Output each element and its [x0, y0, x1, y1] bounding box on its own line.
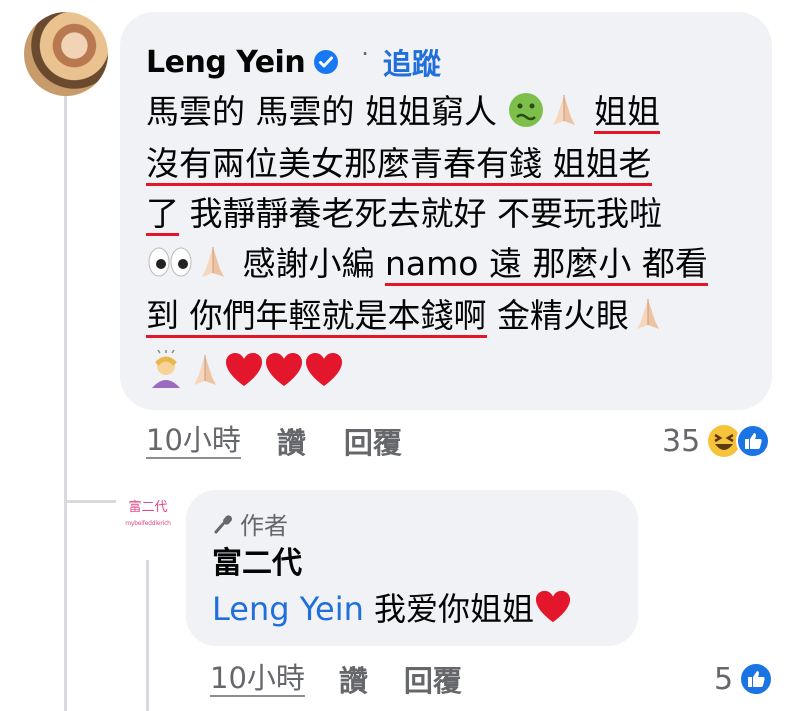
folded-hands-icon — [202, 246, 224, 277]
comment-text-underlined: 沒有兩位美女那麼青春有錢 姐姐老 — [146, 144, 652, 186]
avatar[interactable] — [24, 12, 108, 96]
reaction-summary[interactable]: 35 — [662, 418, 771, 464]
author-name[interactable]: Leng Yein — [146, 45, 306, 80]
like-reaction-icon — [739, 662, 774, 696]
reaction-count: 5 — [714, 661, 734, 697]
reply-button[interactable]: 回覆 — [404, 658, 462, 700]
comment-line-1: 馬雲的 馬雲的 姐姐窮人 姐姐 — [146, 84, 660, 140]
reaction-count: 35 — [662, 423, 701, 459]
comment-text: 我靜靜養老死去就好 不要玩我啦 — [179, 194, 662, 233]
author-badge-label: 作者 — [240, 512, 288, 540]
comment-actions: 10小時 讚 回覆 — [146, 418, 402, 464]
eyes-icon — [148, 247, 192, 276]
comment-line-6 — [146, 344, 344, 400]
folded-hands-icon — [637, 298, 659, 329]
comment-text: 馬雲的 馬雲的 姐姐窮人 — [146, 92, 508, 131]
person-bowing-icon — [152, 349, 180, 388]
reply-button[interactable]: 回覆 — [344, 420, 402, 462]
comment-line-3: 了 我靜靜養老死去就好 不要玩我啦 — [146, 186, 662, 242]
reply-actions: 10小時 讚 回覆 — [210, 656, 462, 702]
folded-hands-icon — [553, 94, 576, 125]
like-button[interactable]: 讚 — [339, 658, 368, 700]
reply-avatar-logo-sub: mybeifeddlerich — [125, 520, 171, 527]
reaction-summary[interactable]: 5 — [714, 656, 774, 702]
reply-avatar[interactable]: 富二代 mybeifeddlerich — [120, 500, 176, 534]
comment-line-2: 沒有兩位美女那麼青春有錢 姐姐老 — [146, 136, 652, 192]
red-heart-icon — [266, 352, 302, 386]
like-reaction-icon — [736, 424, 771, 458]
nauseated-face-icon — [509, 92, 544, 127]
comment-text-underlined: namo 遠 那麼小 都看 — [384, 244, 708, 286]
comment-line-4: 感謝小編 namo 遠 那麼小 都看 — [146, 236, 708, 292]
microphone-icon — [214, 514, 232, 533]
reply-body: 我爱你姐姐 — [363, 590, 535, 628]
mention-link[interactable]: Leng Yein — [212, 590, 364, 628]
red-heart-icon — [226, 352, 262, 386]
author-badge: 作者 — [212, 506, 288, 541]
comment-header: Leng Yein · 追蹤 — [146, 40, 441, 84]
comment-text-underlined: 了 — [146, 194, 179, 236]
thread-line-reply — [146, 560, 149, 711]
reply-author-name[interactable]: 富二代 — [212, 538, 302, 582]
comment-text: 感謝小編 — [232, 244, 385, 283]
follow-button[interactable]: 追蹤 — [383, 41, 441, 83]
comment-text-underlined: 到 你們年輕就是本錢啊 — [146, 296, 487, 338]
red-heart-icon — [536, 590, 571, 623]
folded-hands-icon — [194, 354, 216, 385]
comment-text-underlined: 姐姐 — [593, 92, 660, 134]
thread-line-main — [64, 96, 67, 711]
like-button[interactable]: 讚 — [277, 420, 306, 462]
comment-text: 金精火眼 — [486, 296, 629, 335]
reply-avatar-logo-text: 富二代 — [128, 500, 168, 515]
separator-dot: · — [361, 40, 369, 68]
timestamp[interactable]: 10小時 — [210, 661, 305, 697]
reply-text: Leng Yein 我爱你姐姐 — [212, 586, 572, 632]
comment-line-5: 到 你們年輕就是本錢啊 金精火眼 — [146, 288, 667, 344]
timestamp[interactable]: 10小時 — [146, 423, 241, 459]
red-heart-icon — [306, 352, 342, 386]
verified-badge-icon — [314, 50, 339, 74]
thread-line-branch — [64, 500, 116, 503]
